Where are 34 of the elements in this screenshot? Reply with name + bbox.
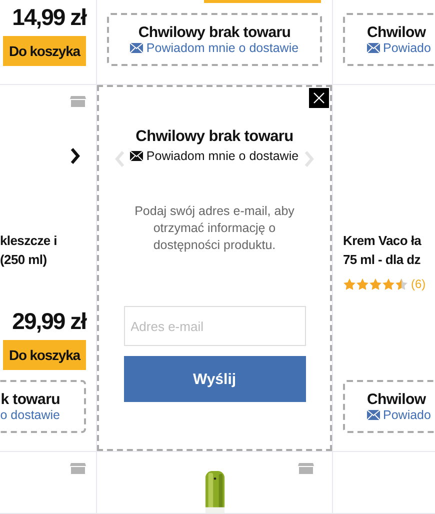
chevron-right-icon[interactable] (70, 147, 80, 165)
product-title[interactable]: kleszcze i (250 ml) (0, 231, 57, 269)
add-to-cart-button[interactable]: Do koszyka (2, 36, 86, 66)
out-of-stock-label: Chwilow (367, 24, 426, 41)
envelope-icon (367, 43, 380, 53)
out-of-stock-label: Chwilowy brak towaru (138, 24, 291, 41)
add-to-cart-button[interactable] (204, 0, 321, 3)
notify-link[interactable]: Powiadom mnie o dostawie (130, 41, 299, 55)
review-count: (6) (411, 277, 426, 291)
close-icon (313, 92, 325, 104)
notify-link[interactable]: o dostawie (0, 408, 60, 422)
chevron-left-icon[interactable] (115, 150, 125, 168)
out-of-stock-label: k towaru (0, 391, 60, 408)
popup-title: Chwilowy brak towaru (136, 128, 294, 146)
notify-link[interactable]: Powiado (367, 408, 431, 422)
star-icon (343, 278, 356, 290)
star-icon (369, 278, 382, 290)
add-to-cart-button[interactable]: Do koszyka (2, 340, 86, 370)
envelope-icon (130, 151, 144, 161)
notify-text: Powiadom mnie o dostawie (146, 149, 299, 163)
envelope-icon (130, 43, 144, 53)
send-button[interactable]: Wyślij (124, 356, 306, 402)
price: 14,99 zł (12, 4, 86, 30)
envelope-icon (367, 410, 380, 420)
popup-message: Podaj swój adres e-mail, aby otrzymać informację o dostępności produktu. (134, 203, 296, 254)
notify-link[interactable]: Powiado (367, 41, 431, 55)
out-of-stock-label: Chwilow (367, 391, 426, 408)
price: 29,99 zł (12, 308, 86, 334)
close-button[interactable] (309, 88, 329, 108)
star-icon (395, 278, 408, 290)
star-icon (382, 278, 395, 290)
product-title[interactable]: Krem Vaco ła 75 ml - dla dz (343, 231, 422, 269)
email-input-field[interactable]: Adres e-mail (124, 306, 306, 346)
star-icon (356, 278, 369, 290)
